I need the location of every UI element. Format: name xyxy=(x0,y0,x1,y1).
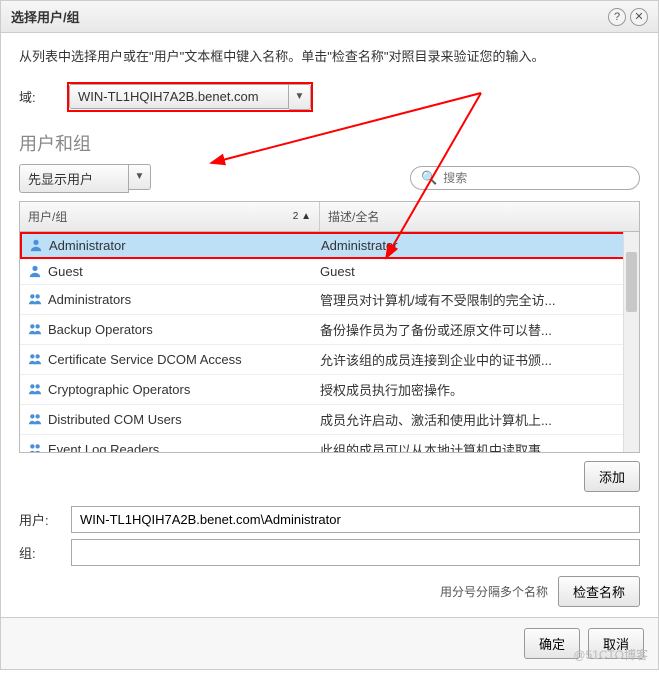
column-header-name[interactable]: 用户/组 2 ▲ xyxy=(20,202,320,231)
row-name-label: Backup Operators xyxy=(48,322,153,337)
close-button[interactable]: ✕ xyxy=(630,8,648,26)
group-input-row: 组: xyxy=(19,539,640,566)
domain-select[interactable]: WIN-TL1HQIH7A2B.benet.com xyxy=(69,84,289,109)
search-box[interactable]: 🔍 xyxy=(410,166,640,190)
titlebar-controls: ? ✕ xyxy=(608,8,648,26)
cell-name: Cryptographic Operators xyxy=(28,382,320,397)
group-icon xyxy=(28,382,42,396)
group-input[interactable] xyxy=(71,539,640,566)
check-names-button[interactable]: 检查名称 xyxy=(558,576,640,607)
cell-name: Administrators xyxy=(28,292,320,307)
domain-select-highlight: WIN-TL1HQIH7A2B.benet.com ▼ xyxy=(67,82,313,112)
row-name-label: Event Log Readers xyxy=(48,442,159,452)
sort-indicator: 2 ▲ xyxy=(293,211,311,222)
table-row[interactable]: Certificate Service DCOM Access 允许该组的成员连接… xyxy=(20,345,639,375)
cell-desc: Administrator xyxy=(321,238,630,253)
section-title: 用户和组 xyxy=(19,130,640,156)
cell-desc: 允许该组的成员连接到企业中的证书颁... xyxy=(320,350,631,369)
ok-button[interactable]: 确定 xyxy=(524,628,580,659)
instruction-text: 从列表中选择用户或在"用户"文本框中键入名称。单击"检查名称"对照目录来验证您的… xyxy=(19,47,640,68)
group-icon xyxy=(28,412,42,426)
row-name-label: Guest xyxy=(48,264,83,279)
cell-desc: 管理员对计算机/域有不受限制的完全访... xyxy=(320,290,631,309)
table-body: Administrator Administrator Guest Guest Admi… xyxy=(20,232,639,452)
table-row[interactable]: Guest Guest xyxy=(20,259,639,285)
user-input[interactable] xyxy=(71,506,640,533)
users-table: 用户/组 2 ▲ 描述/全名 AdministratorAdministrato… xyxy=(19,201,640,453)
user-label: 用户: xyxy=(19,510,71,529)
dialog-title: 选择用户/组 xyxy=(11,7,80,26)
dialog-content: 从列表中选择用户或在"用户"文本框中键入名称。单击"检查名称"对照目录来验证您的… xyxy=(1,33,658,617)
cancel-button[interactable]: 取消 xyxy=(588,628,644,659)
cell-desc: 备份操作员为了备份或还原文件可以替... xyxy=(320,320,631,339)
cell-desc: 此组的成员可以从本地计算机中读取事... xyxy=(320,440,631,452)
table-row[interactable]: Cryptographic Operators 授权成员执行加密操作。 xyxy=(20,375,639,405)
cell-name: Backup Operators xyxy=(28,322,320,337)
titlebar: 选择用户/组 ? ✕ xyxy=(1,1,658,33)
group-icon xyxy=(28,322,42,336)
column-header-name-label: 用户/组 xyxy=(28,208,67,225)
table-row[interactable]: Event Log Readers 此组的成员可以从本地计算机中读取事... xyxy=(20,435,639,452)
dialog-footer: 确定 取消 @51CTO博客 xyxy=(1,617,658,669)
chevron-down-icon: ▼ xyxy=(135,171,145,182)
column-header-desc[interactable]: 描述/全名 xyxy=(320,202,639,231)
cell-name: Event Log Readers xyxy=(28,442,320,452)
cell-name: Guest xyxy=(28,264,320,279)
domain-dropdown-button[interactable]: ▼ xyxy=(289,84,311,110)
row-name-label: Administrators xyxy=(48,292,131,307)
group-label: 组: xyxy=(19,543,71,562)
row-name-label: Certificate Service DCOM Access xyxy=(48,352,242,367)
help-button[interactable]: ? xyxy=(608,8,626,26)
domain-label: 域: xyxy=(19,87,67,106)
row-name-label: Distributed COM Users xyxy=(48,412,182,427)
filter-dropdown-button[interactable]: ▼ xyxy=(129,164,151,190)
cell-desc: 授权成员执行加密操作。 xyxy=(320,380,631,399)
filter-select-wrap: 先显示用户 ▼ xyxy=(19,164,151,193)
domain-row: 域: WIN-TL1HQIH7A2B.benet.com ▼ xyxy=(19,82,640,112)
cell-name: Administrator xyxy=(29,238,321,253)
group-icon xyxy=(28,292,42,306)
filter-select[interactable]: 先显示用户 xyxy=(19,164,129,193)
group-icon xyxy=(28,352,42,366)
user-icon xyxy=(29,238,43,252)
row-name-label: Administrator xyxy=(49,238,126,253)
search-icon: 🔍 xyxy=(421,170,437,186)
add-row: 添加 xyxy=(19,453,640,500)
cell-name: Distributed COM Users xyxy=(28,412,320,427)
table-row[interactable]: Distributed COM Users 成员允许启动、激活和使用此计算机上..… xyxy=(20,405,639,435)
cell-name: Certificate Service DCOM Access xyxy=(28,352,320,367)
row-name-label: Cryptographic Operators xyxy=(48,382,190,397)
add-button[interactable]: 添加 xyxy=(584,461,640,492)
group-icon xyxy=(28,442,42,452)
cell-desc: 成员允许启动、激活和使用此计算机上... xyxy=(320,410,631,429)
search-input[interactable] xyxy=(443,171,629,185)
table-row[interactable]: Backup Operators 备份操作员为了备份或还原文件可以替... xyxy=(20,315,639,345)
select-user-group-dialog: 选择用户/组 ? ✕ 从列表中选择用户或在"用户"文本框中键入名称。单击"检查名… xyxy=(0,0,659,670)
table-row[interactable]: Administrator Administrator xyxy=(20,232,639,259)
scrollbar[interactable] xyxy=(623,232,639,452)
table-row[interactable]: Administrators 管理员对计算机/域有不受限制的完全访... xyxy=(20,285,639,315)
user-icon xyxy=(28,264,42,278)
hint-text: 用分号分隔多个名称 xyxy=(440,583,548,600)
cell-desc: Guest xyxy=(320,264,631,279)
chevron-down-icon: ▼ xyxy=(295,91,305,102)
user-input-row: 用户: xyxy=(19,506,640,533)
hint-row: 用分号分隔多个名称 检查名称 xyxy=(19,576,640,607)
filter-row: 先显示用户 ▼ 🔍 xyxy=(19,164,640,193)
table-header: 用户/组 2 ▲ 描述/全名 xyxy=(20,202,639,232)
scrollbar-thumb[interactable] xyxy=(626,252,637,312)
